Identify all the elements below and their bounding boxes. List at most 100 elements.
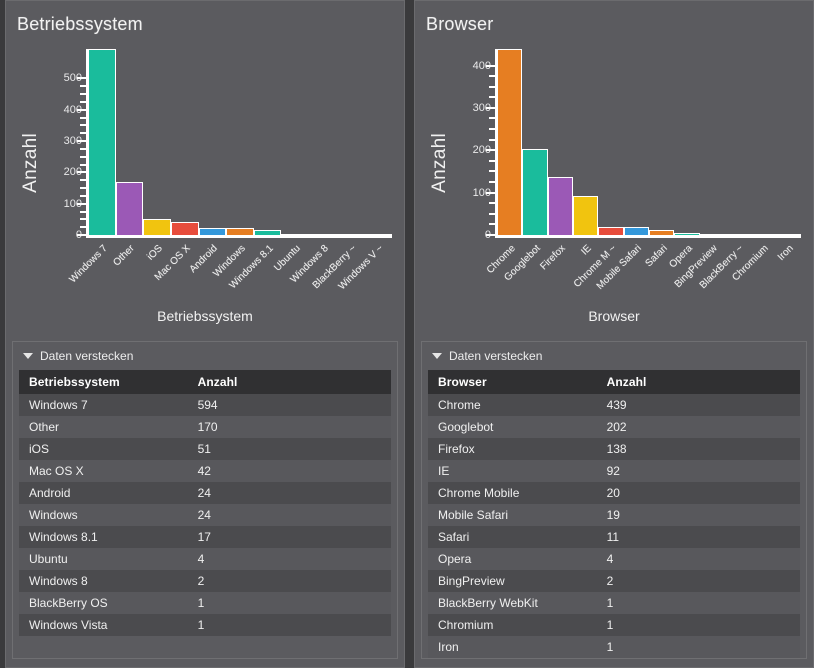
bar[interactable] [253, 229, 282, 235]
bar[interactable] [648, 230, 675, 235]
bar[interactable] [198, 227, 227, 235]
y-tick-mark [80, 93, 86, 96]
table-row[interactable]: Chrome Mobile 20 [428, 482, 800, 504]
table-row[interactable]: Safari 11 [428, 526, 800, 548]
cell-label: Iron [428, 636, 597, 658]
y-tick-mark [80, 179, 86, 182]
cell-label: Mac OS X [19, 460, 188, 482]
x-tick-labels: Windows 7 Other iOS Mac OS X Android Windows W… [67, 239, 392, 309]
bar-series [88, 49, 393, 235]
y-tick-mark [80, 155, 86, 158]
table-row[interactable]: BlackBerry WebKit 1 [428, 592, 800, 614]
table-row[interactable]: Windows Vista 1 [19, 614, 391, 636]
table-row[interactable]: BingPreview 2 [428, 570, 800, 592]
x-tick-label-slot: Iron [776, 239, 801, 309]
panel-betriebssystem: Betriebssystem Anzahl 0100200300400500 W… [5, 0, 405, 668]
y-tick-mark [486, 64, 495, 67]
cell-label: Windows [19, 504, 188, 526]
bar[interactable] [699, 233, 725, 235]
cell-label: iOS [19, 438, 188, 460]
cell-count: 1 [596, 592, 800, 614]
data-card-betriebssystem: Daten verstecken Betriebssystem Anzahl W… [12, 341, 398, 659]
y-tick-mark [489, 128, 495, 131]
cell-count: 2 [187, 570, 391, 592]
bar[interactable] [674, 233, 700, 235]
table-row[interactable]: Chrome 439 [428, 394, 800, 416]
table-row[interactable]: iOS 51 [19, 438, 391, 460]
table-header: Betriebssystem Anzahl [19, 370, 391, 394]
bar[interactable] [309, 233, 337, 235]
y-tick-mark [489, 138, 495, 141]
table-row[interactable]: Mac OS X 42 [19, 460, 391, 482]
cell-label: Chrome Mobile [428, 482, 597, 504]
table-row[interactable]: Windows 82 [19, 570, 391, 592]
column-header-betriebssystem[interactable]: Betriebssystem [19, 370, 188, 394]
column-header-browser[interactable]: Browser [428, 370, 597, 394]
table-row[interactable]: Windows 8.1 17 [19, 526, 391, 548]
axes: 0100200300400 ChromeGooglebotFirefoxIECh… [465, 49, 801, 303]
cell-label: Mobile Safari [428, 504, 597, 526]
bar[interactable] [364, 233, 393, 235]
cell-count: 1 [187, 592, 391, 614]
table-row[interactable]: Android 24 [19, 482, 391, 504]
bar[interactable] [623, 226, 649, 235]
table-row[interactable]: Mobile Safari 19 [428, 504, 800, 526]
y-tick-mark [486, 234, 495, 236]
table-row[interactable]: BlackBerry OS 1 [19, 592, 391, 614]
y-axis-label: Anzahl [429, 133, 450, 193]
cell-count: 11 [596, 526, 800, 548]
bar[interactable] [522, 149, 548, 235]
data-table-betriebssystem: Betriebssystem Anzahl Windows 7 594 Other 1… [19, 370, 391, 636]
table-row[interactable]: Googlebot 202 [428, 416, 800, 438]
y-tick-mark [80, 187, 86, 190]
cell-label: BlackBerry WebKit [428, 592, 597, 614]
bar[interactable] [115, 181, 144, 235]
toggle-data-visibility[interactable]: Daten verstecken [422, 342, 806, 370]
y-tick-mark [80, 218, 86, 221]
cell-count: 19 [596, 504, 800, 526]
cell-label: Ubuntu [19, 548, 188, 570]
table-row[interactable]: Chromium 1 [428, 614, 800, 636]
table-row[interactable]: Firefox 138 [428, 438, 800, 460]
bar[interactable] [281, 233, 310, 235]
chart-card-betriebssystem: Betriebssystem Anzahl 0100200300400500 W… [6, 1, 404, 341]
table-row[interactable]: Windows 24 [19, 504, 391, 526]
chart-caption: Browser [588, 308, 640, 324]
bar[interactable] [170, 221, 199, 235]
table-row[interactable]: Windows 7 594 [19, 394, 391, 416]
table-row[interactable]: IE 92 [428, 460, 800, 482]
cell-label: Firefox [428, 438, 597, 460]
bar[interactable] [497, 49, 523, 235]
y-tick-mark [77, 108, 86, 111]
cell-count: 1 [596, 636, 800, 658]
chart-caption: Betriebssystem [157, 308, 253, 324]
y-tick-mark [77, 202, 86, 205]
bar[interactable] [750, 233, 776, 235]
bar[interactable] [143, 219, 171, 235]
table-row[interactable]: Opera 4 [428, 548, 800, 570]
bar[interactable] [572, 196, 599, 235]
cell-count: 24 [187, 504, 391, 526]
bar[interactable] [226, 227, 254, 235]
cell-label: Windows 7 [19, 394, 188, 416]
cell-label: BingPreview [428, 570, 597, 592]
table-row[interactable]: Iron 1 [428, 636, 800, 658]
column-header-anzahl[interactable]: Anzahl [596, 370, 800, 394]
bar[interactable] [724, 233, 751, 235]
x-tick-label-slot: Googlebot [502, 239, 547, 309]
toggle-label: Daten verstecken [40, 349, 134, 363]
x-axis-line [86, 235, 392, 238]
chevron-down-icon [432, 353, 442, 359]
table-row[interactable]: Ubuntu 4 [19, 548, 391, 570]
bar[interactable] [775, 233, 801, 235]
bar[interactable] [88, 49, 116, 235]
bar[interactable] [336, 233, 365, 235]
bar[interactable] [547, 176, 573, 235]
cell-count: 4 [596, 548, 800, 570]
column-header-anzahl[interactable]: Anzahl [187, 370, 391, 394]
toggle-data-visibility[interactable]: Daten verstecken [13, 342, 397, 370]
plot-area-browser: Anzahl 0100200300400 ChromeGooglebotFire… [415, 41, 813, 303]
x-tick-label-slot: Chromium [730, 239, 775, 309]
table-row[interactable]: Other 170 [19, 416, 391, 438]
bar[interactable] [598, 226, 624, 235]
